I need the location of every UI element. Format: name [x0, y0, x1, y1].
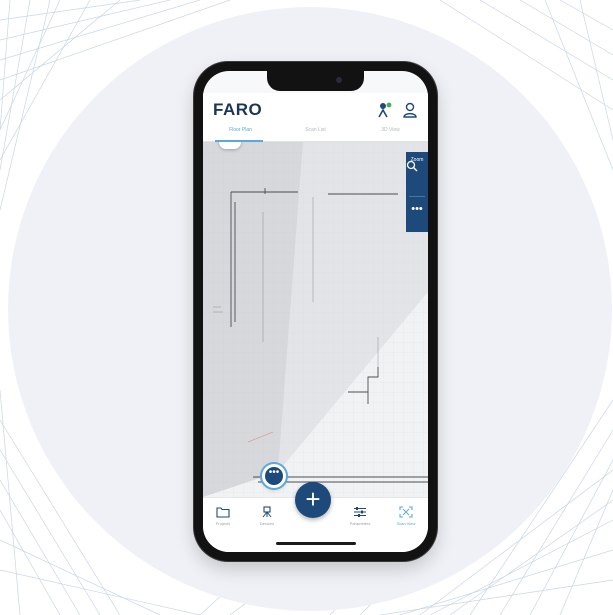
- phone-frame: FARO Floor Plan Scan List 3D View ⌃ Zoom…: [194, 62, 437, 561]
- app-header: FARO: [203, 93, 428, 125]
- floor-plan-drawing: [203, 142, 428, 497]
- faro-logo: FARO: [213, 100, 263, 119]
- view-tabs: Floor Plan Scan List 3D View: [203, 125, 428, 142]
- folder-icon: [216, 507, 230, 518]
- nav-scan-view[interactable]: Scan View: [390, 506, 422, 526]
- nav-parameters-label: Parameters: [349, 521, 371, 526]
- collapse-button[interactable]: ⌃: [219, 142, 241, 149]
- nav-projects-label: Projects: [215, 521, 231, 526]
- nav-projects[interactable]: Projects: [207, 506, 239, 526]
- nav-parameters[interactable]: Parameters: [344, 506, 376, 526]
- nav-devices-label: Devices: [259, 521, 275, 526]
- phone-screen: FARO Floor Plan Scan List 3D View ⌃ Zoom…: [203, 71, 428, 552]
- home-indicator: [276, 542, 356, 545]
- magnifier-icon: [406, 160, 418, 172]
- nav-devices[interactable]: Devices: [251, 506, 283, 526]
- scan-frame-icon: [399, 506, 413, 518]
- user-profile-icon[interactable]: [401, 101, 419, 119]
- sliders-icon: [354, 507, 366, 517]
- scan-position-marker[interactable]: •••: [262, 464, 286, 488]
- device-status-icon[interactable]: [375, 101, 393, 119]
- front-camera: [336, 77, 342, 83]
- scanner-icon: [262, 506, 272, 518]
- map-tool-panel: Zoom •••: [406, 152, 428, 232]
- scan-marker-dots: •••: [265, 467, 283, 485]
- tab-floor-plan[interactable]: Floor Plan: [203, 127, 278, 133]
- panel-divider: [409, 196, 425, 197]
- tab-3d-view[interactable]: 3D View: [353, 127, 428, 133]
- nav-scan-view-label: Scan View: [396, 521, 416, 526]
- floor-plan-map[interactable]: ⌃ Zoom ••• •••: [203, 142, 428, 497]
- more-options-button[interactable]: •••: [406, 202, 428, 222]
- phone-notch: [267, 71, 364, 91]
- add-scan-button[interactable]: +: [295, 482, 331, 518]
- zoom-button[interactable]: Zoom: [406, 156, 428, 192]
- tab-scan-list[interactable]: Scan List: [278, 127, 353, 133]
